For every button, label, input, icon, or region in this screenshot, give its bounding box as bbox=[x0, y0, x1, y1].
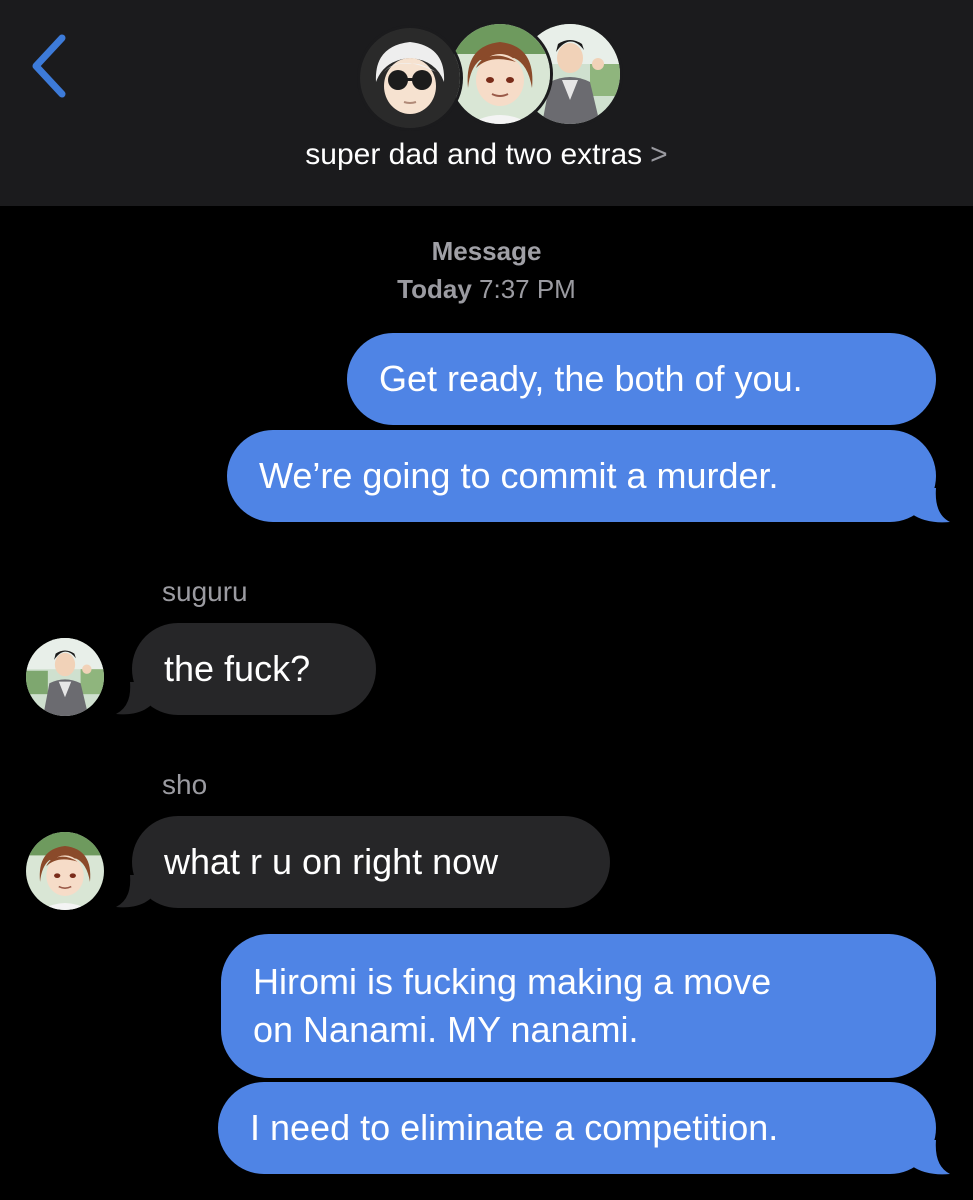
conversation-title-text: super dad and two extras bbox=[305, 138, 643, 171]
message-bubble-outgoing[interactable]: Hiromi is fucking making a move on Nanam… bbox=[221, 934, 936, 1078]
sho-avatar bbox=[450, 24, 550, 124]
conversation-title[interactable]: super dad and two extras > bbox=[0, 138, 973, 172]
bubble-tail bbox=[904, 1140, 950, 1175]
sender-name: suguru bbox=[162, 576, 248, 607]
message-bubble-outgoing[interactable]: I need to eliminate a competition. bbox=[218, 1082, 936, 1174]
timestamp-day: Today bbox=[397, 274, 472, 304]
sho-avatar[interactable] bbox=[26, 832, 104, 910]
bubble-tail bbox=[904, 488, 950, 523]
message-service-label: Message bbox=[0, 236, 973, 267]
chevron-left-icon bbox=[32, 34, 66, 98]
chevron-right-icon: > bbox=[650, 138, 668, 171]
message-text: Get ready, the both of you. bbox=[379, 358, 803, 399]
timestamp: Today 7:37 PM bbox=[0, 274, 973, 305]
suguru-avatar[interactable] bbox=[26, 638, 104, 716]
bubble-tail bbox=[116, 682, 156, 715]
message-bubble-outgoing[interactable]: We’re going to commit a murder. bbox=[227, 430, 936, 522]
message-text: what r u on right now bbox=[164, 841, 499, 882]
message-text: We’re going to commit a murder. bbox=[259, 455, 779, 496]
timestamp-time: 7:37 PM bbox=[479, 274, 576, 304]
message-text: I need to eliminate a competition. bbox=[250, 1107, 779, 1148]
message-text-line: on Nanami. MY nanami. bbox=[253, 1009, 639, 1050]
message-text-line: Hiromi is fucking making a move bbox=[253, 961, 772, 1002]
message-bubble-incoming[interactable]: what r u on right now bbox=[132, 816, 610, 908]
message-text: the fuck? bbox=[164, 648, 311, 689]
sender-name: sho bbox=[162, 769, 208, 800]
back-button[interactable] bbox=[22, 30, 78, 102]
message-bubble-incoming[interactable]: the fuck? bbox=[132, 623, 376, 715]
service-label-text: Message bbox=[431, 236, 542, 266]
group-avatars[interactable] bbox=[360, 24, 622, 130]
message-bubble-outgoing[interactable]: Get ready, the both of you. bbox=[347, 333, 936, 425]
conversation-header: super dad and two extras > bbox=[0, 0, 973, 206]
gojo-avatar bbox=[360, 28, 460, 128]
bubble-tail bbox=[116, 875, 156, 908]
